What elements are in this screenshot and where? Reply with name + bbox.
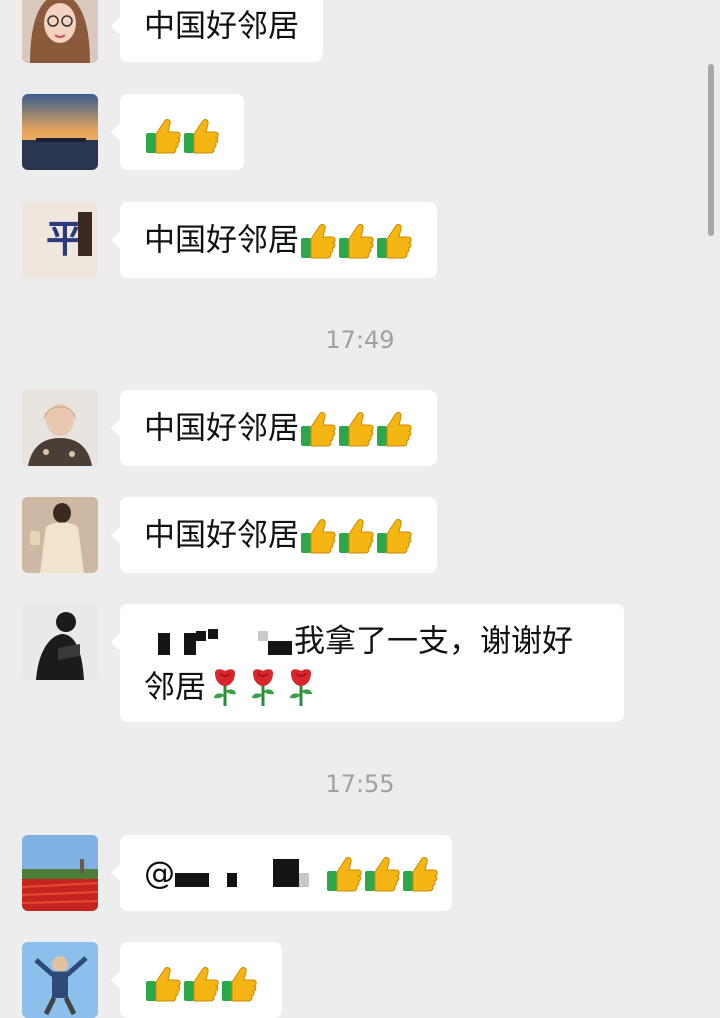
avatar[interactable] [22, 497, 98, 573]
emoji-group [325, 854, 439, 894]
avatar[interactable] [22, 0, 98, 63]
avatar[interactable] [22, 604, 98, 680]
avatar-woman-portrait [22, 390, 98, 466]
emoji-group [299, 409, 413, 449]
thumbs-up-icon [339, 411, 374, 446]
avatar-tulip-field [22, 835, 98, 911]
avatar[interactable]: 平 [22, 202, 98, 278]
redacted-name [175, 858, 325, 889]
thumbs-up-icon [301, 518, 336, 553]
timestamp: 17:49 [325, 326, 395, 354]
scrollbar[interactable] [708, 64, 714, 236]
rose-icon [252, 669, 274, 706]
emoji-group [144, 116, 220, 156]
avatar-woman-cream-coat [22, 497, 98, 573]
rose-icon [290, 669, 312, 706]
thumbs-up-icon [403, 856, 438, 891]
rose-icon [214, 669, 236, 706]
avatar-silhouette-reading [22, 604, 98, 680]
thumbs-up-icon [327, 856, 362, 891]
thumbs-up-icon [377, 518, 412, 553]
message-bubble[interactable]: 中国好邻居 [111, 497, 437, 573]
emoji-group [206, 667, 320, 707]
message-bubble[interactable]: @ [111, 835, 452, 911]
thumbs-up-icon [377, 411, 412, 446]
thumbs-up-icon [222, 966, 257, 1001]
at-symbol: @ [144, 855, 175, 892]
thumbs-up-icon [365, 856, 400, 891]
message-text: 中国好邻居 [144, 8, 299, 45]
emoji-group [299, 516, 413, 556]
message-text: 中国好邻居 [144, 517, 299, 554]
message-text: 我拿了一支，谢谢好 [294, 623, 573, 660]
thumbs-up-icon [377, 223, 412, 258]
thumbs-up-icon [146, 966, 181, 1001]
message-bubble[interactable]: 我拿了一支，谢谢好 邻居 [111, 604, 624, 722]
thumbs-up-icon [339, 223, 374, 258]
thumbs-up-icon [301, 223, 336, 258]
thumbs-up-icon [146, 118, 181, 153]
message-bubble[interactable]: 中国好邻居 [111, 0, 323, 62]
avatar-woman-glasses [22, 0, 98, 63]
message-bubble[interactable]: 中国好邻居 [111, 202, 437, 278]
avatar-sunset-landscape [22, 94, 98, 170]
avatar[interactable] [22, 390, 98, 466]
message-bubble[interactable]: 中国好邻居 [111, 390, 437, 466]
timestamp: 17:55 [325, 770, 395, 798]
thumbs-up-icon [184, 966, 219, 1001]
thumbs-up-icon [301, 411, 336, 446]
thumbs-up-icon [339, 518, 374, 553]
thumbs-up-icon [184, 118, 219, 153]
emoji-group [299, 221, 413, 261]
avatar-calligraphy: 平 [22, 202, 98, 278]
emoji-group [144, 964, 258, 1004]
message-text-line2: 邻居 [144, 669, 206, 705]
message-text: 中国好邻居 [144, 410, 299, 447]
message-text: 中国好邻居 [144, 222, 299, 259]
avatar[interactable] [22, 835, 98, 911]
avatar[interactable] [22, 94, 98, 170]
message-bubble[interactable] [111, 94, 244, 170]
redacted-name [144, 627, 294, 657]
